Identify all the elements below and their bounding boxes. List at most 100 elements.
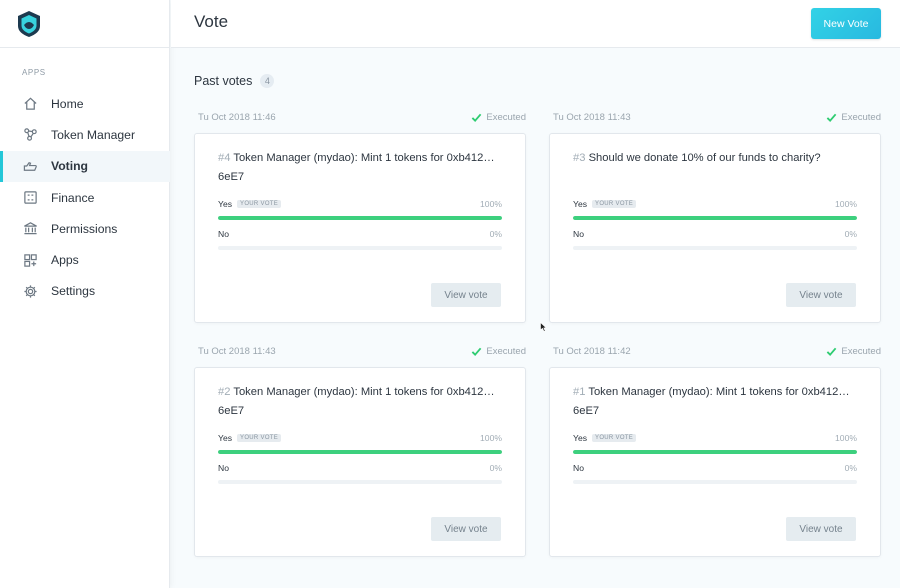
settings-icon [22,283,38,299]
no-progress-bar [573,246,857,250]
no-label: No [573,229,584,239]
permissions-icon [22,221,38,237]
vote-question: #1 Token Manager (mydao): Mint 1 tokens … [573,383,863,421]
vote-question: #4 Token Manager (mydao): Mint 1 tokens … [218,149,508,187]
vote-item: Tu Oct 2018 11:43 Executed #3 Should we … [549,109,881,323]
no-label: No [218,463,229,473]
vote-card[interactable]: #2 Token Manager (mydao): Mint 1 tokens … [194,367,526,557]
no-option: No 0% [218,462,502,484]
sidebar-item-voting[interactable]: Voting [0,150,170,183]
sidebar-item-finance[interactable]: Finance [0,182,170,213]
yes-percentage: 100% [480,433,502,443]
vote-status: Executed [471,112,526,123]
vote-number: #4 [218,152,231,164]
check-icon [472,347,482,356]
vote-question-text: Token Manager (mydao): Mint 1 tokens for… [218,152,495,183]
no-option: No 0% [573,462,857,484]
aragon-logo-icon[interactable] [14,9,44,39]
vote-number: #1 [573,386,586,398]
sidebar-item-label: Home [51,96,84,111]
your-vote-badge: YOUR VOTE [237,200,282,208]
vote-question-text: Token Manager (mydao): Mint 1 tokens for… [573,386,850,417]
vote-card[interactable]: #1 Token Manager (mydao): Mint 1 tokens … [549,367,881,557]
yes-option: Yes YOUR VOTE 100% [573,432,857,454]
sidebar-item-label: Settings [51,284,96,299]
sidebar-item-home[interactable]: Home [0,88,170,119]
view-vote-button[interactable]: View vote [431,283,501,307]
no-label: No [218,229,229,239]
new-vote-button[interactable]: New Vote [811,8,881,39]
vote-card[interactable]: #4 Token Manager (mydao): Mint 1 tokens … [194,133,526,323]
sidebar-item-label: Voting [51,159,89,174]
sidebar-item-label: Permissions [51,221,118,236]
yes-label: Yes [573,433,588,443]
mouse-cursor-icon [540,322,547,332]
vote-meta: Tu Oct 2018 11:43 Executed [194,343,526,359]
yes-label: Yes [573,199,588,209]
no-option: No 0% [218,228,502,250]
yes-option: Yes YOUR VOTE 100% [218,198,502,220]
vote-date: Tu Oct 2018 11:43 [553,111,631,123]
no-label: No [573,463,584,473]
view-vote-button[interactable]: View vote [786,517,856,541]
sidebar-item-label: Finance [51,190,95,205]
vote-status-label: Executed [841,111,881,123]
your-vote-badge: YOUR VOTE [592,434,637,442]
yes-progress-bar [573,216,857,220]
your-vote-badge: YOUR VOTE [237,434,282,442]
yes-percentage: 100% [835,199,857,209]
sidebar-item-label: Token Manager [51,127,136,142]
past-votes-heading: Past votes 4 [194,74,275,88]
yes-option: Yes YOUR VOTE 100% [218,432,502,454]
vote-date: Tu Oct 2018 11:43 [198,345,276,357]
vote-date: Tu Oct 2018 11:46 [198,111,276,123]
view-vote-button[interactable]: View vote [786,283,856,307]
home-icon [22,96,38,112]
sidebar-item-token-manager[interactable]: Token Manager [0,119,170,150]
no-progress-bar [218,480,502,484]
vote-status-label: Executed [486,345,526,357]
yes-progress-fill [573,216,857,220]
yes-percentage: 100% [835,433,857,443]
yes-label: Yes [218,433,233,443]
yes-progress-fill [218,216,502,220]
no-option: No 0% [573,228,857,250]
vote-date: Tu Oct 2018 11:42 [553,345,631,357]
sidebar-item-settings[interactable]: Settings [0,276,170,307]
token-manager-icon [22,127,38,143]
vote-question-text: Token Manager (mydao): Mint 1 tokens for… [218,386,495,417]
finance-icon [22,190,38,206]
vote-item: Tu Oct 2018 11:42 Executed #1 Token Mana… [549,343,881,557]
check-icon [827,347,837,356]
view-vote-button[interactable]: View vote [431,517,501,541]
sidebar-item-apps[interactable]: Apps [0,244,170,275]
yes-progress-fill [573,450,857,454]
no-progress-bar [573,480,857,484]
vote-meta: Tu Oct 2018 11:42 Executed [549,343,881,359]
vote-number: #2 [218,386,231,398]
no-percentage: 0% [844,463,857,473]
vote-item: Tu Oct 2018 11:46 Executed #4 Token Mana… [194,109,526,323]
voting-icon [22,158,38,174]
apps-section-title: APPS [22,68,46,77]
no-progress-bar [218,246,502,250]
apps-icon [22,252,38,268]
no-percentage: 0% [489,229,502,239]
logo-area [0,0,169,48]
your-vote-badge: YOUR VOTE [592,200,637,208]
vote-meta: Tu Oct 2018 11:46 Executed [194,109,526,125]
sidebar: APPS Home Token Manager Voting Finance P… [0,0,170,588]
vote-status: Executed [826,346,881,357]
vote-status: Executed [826,112,881,123]
check-icon [827,113,837,122]
yes-progress-bar [573,450,857,454]
yes-label: Yes [218,199,233,209]
sidebar-item-permissions[interactable]: Permissions [0,213,170,244]
yes-option: Yes YOUR VOTE 100% [573,198,857,220]
yes-progress-bar [218,450,502,454]
vote-card[interactable]: #3 Should we donate 10% of our funds to … [549,133,881,323]
top-bar: Vote New Vote [171,0,900,48]
sidebar-item-label: Apps [51,253,79,268]
no-percentage: 0% [489,463,502,473]
vote-status: Executed [471,346,526,357]
